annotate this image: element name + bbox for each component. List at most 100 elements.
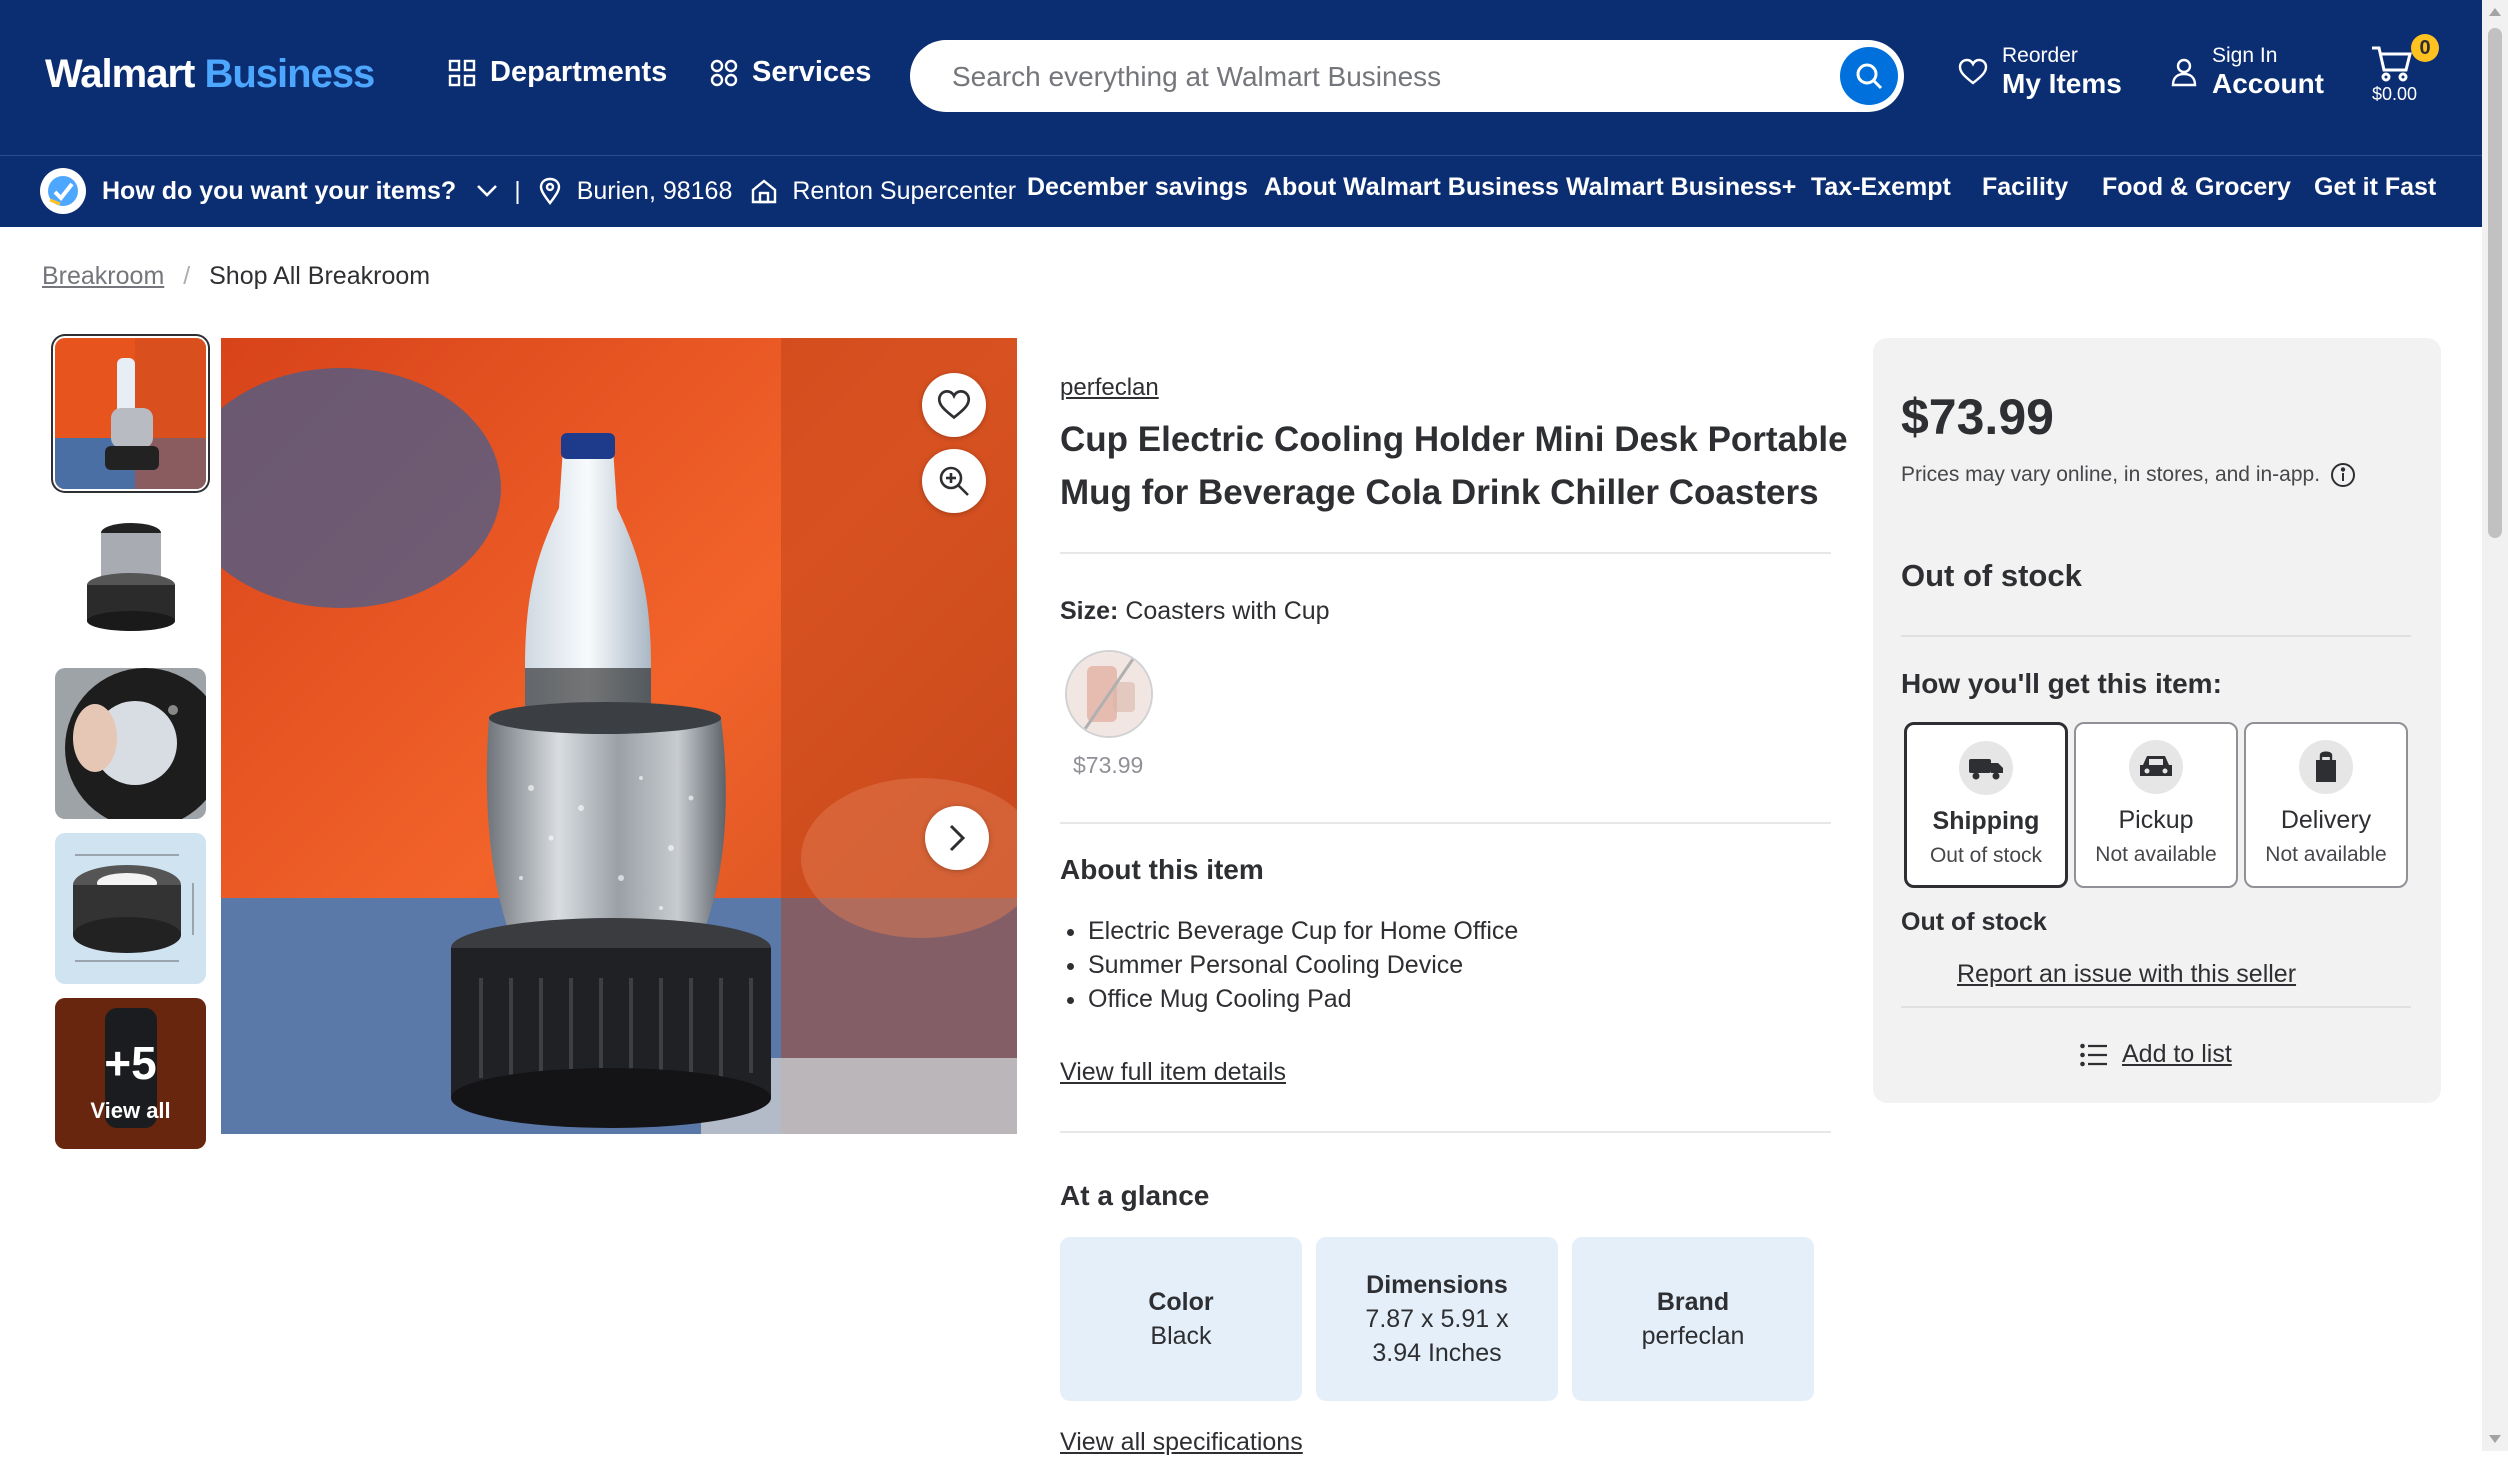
breadcrumb-current: Shop All Breakroom: [209, 262, 431, 290]
store-text: Renton Supercenter: [792, 176, 1017, 205]
fulfillment-icon: [40, 168, 86, 214]
stock-status-secondary: Out of stock: [1901, 908, 2047, 936]
store-icon: [752, 179, 777, 204]
nav-link-get-it-fast[interactable]: Get it Fast: [2314, 173, 2436, 202]
scroll-down-arrow[interactable]: [2489, 1435, 2501, 1443]
nav-link-about-walmart-business[interactable]: About Walmart Business: [1264, 173, 1559, 202]
divider: [1901, 1006, 2411, 1008]
divider: [1901, 635, 2411, 637]
services-button[interactable]: Services: [710, 56, 871, 89]
site-header: Walmart Business Departments Services Re…: [0, 0, 2482, 155]
add-to-list-label: Add to list: [2122, 1040, 2232, 1068]
heart-icon: [937, 390, 971, 420]
glance-brand-value: perfeclan: [1641, 1322, 1745, 1350]
next-image-button[interactable]: [925, 806, 989, 870]
favorite-button[interactable]: [922, 373, 986, 437]
glance-dimensions-value: 7.87 x 5.91 x 3.94 Inches: [1365, 1305, 1509, 1367]
fulfillment-option-shipping[interactable]: Shipping Out of stock: [1904, 722, 2068, 888]
user-icon: [2171, 58, 2197, 87]
zoom-button[interactable]: [922, 449, 986, 513]
page-scrollbar[interactable]: [2482, 0, 2508, 1451]
price-note: Prices may vary online, in stores, and i…: [1901, 462, 2356, 488]
walmart-business-logo[interactable]: Walmart Business: [45, 52, 375, 97]
search-icon: [1856, 63, 1883, 90]
option-name: Pickup: [2118, 806, 2194, 834]
nav-link-facility[interactable]: Facility: [1982, 173, 2068, 202]
departments-button[interactable]: Departments: [448, 56, 667, 89]
thumbnail-1[interactable]: [55, 338, 206, 489]
thumbnail-3[interactable]: [55, 668, 206, 819]
view-all-images-button[interactable]: +5 View all: [55, 998, 206, 1149]
location-text: Burien, 98168: [576, 176, 733, 205]
reorder-small-label: Reorder: [2002, 44, 2078, 67]
more-images-count: +5: [104, 1037, 157, 1089]
about-bullet: Summer Personal Cooling Device: [1088, 948, 1518, 982]
view-full-item-details-link[interactable]: View full item details: [1060, 1058, 1286, 1087]
fulfillment-heading: How you'll get this item:: [1901, 668, 2222, 699]
cart-icon: [2372, 46, 2412, 82]
cart-count-badge: 0: [2411, 34, 2439, 62]
stock-status: Out of stock: [1901, 558, 2082, 593]
option-name: Shipping: [1932, 807, 2040, 835]
nav-link-tax-exempt[interactable]: Tax-Exempt: [1811, 173, 1951, 202]
delivery-bag-icon: [2299, 740, 2353, 794]
nav-link-food-grocery[interactable]: Food & Grocery: [2102, 173, 2291, 202]
nav-link-december-savings[interactable]: December savings: [1027, 173, 1248, 202]
subnav-divider: |: [514, 176, 521, 205]
view-all-specifications-link[interactable]: View all specifications: [1060, 1428, 1303, 1457]
glance-dimensions-label: Dimensions: [1366, 1271, 1508, 1299]
scrollbar-thumb[interactable]: [2488, 28, 2502, 538]
info-icon[interactable]: [2330, 462, 2356, 488]
thumbnail-4[interactable]: [55, 833, 206, 984]
breadcrumb: Breakroom / Shop All Breakroom: [42, 262, 430, 291]
logo-main-text: Walmart: [45, 52, 195, 96]
report-seller-issue-link[interactable]: Report an issue with this seller: [1957, 960, 2296, 989]
fulfillment-option-pickup[interactable]: Pickup Not available: [2074, 722, 2238, 888]
product-price: $73.99: [1901, 389, 2054, 445]
fulfillment-selector[interactable]: How do you want your items? | Burien, 98…: [40, 168, 1016, 214]
logo-accent-text: Business: [204, 52, 375, 96]
about-bullet: Office Mug Cooling Pad: [1088, 982, 1518, 1016]
search-button[interactable]: [1840, 47, 1898, 105]
fulfillment-prompt: How do you want your items?: [102, 176, 457, 205]
option-name: Delivery: [2280, 806, 2372, 834]
search-bar: [910, 40, 1904, 114]
product-title: Cup Electric Cooling Holder Mini Desk Po…: [1060, 420, 1848, 512]
price-note-text: Prices may vary online, in stores, and i…: [1901, 463, 2321, 486]
glance-card-dimensions: Dimensions 7.87 x 5.91 x 3.94 Inches: [1316, 1237, 1558, 1401]
glance-brand-label: Brand: [1656, 1288, 1730, 1316]
breadcrumb-breakroom[interactable]: Breakroom: [42, 262, 164, 290]
cart-total: $0.00: [2372, 84, 2418, 104]
cart-button[interactable]: 0 $0.00: [2370, 34, 2440, 110]
glance-card-brand: Brand perfeclan: [1572, 1237, 1814, 1401]
main-product-image[interactable]: [221, 338, 1017, 1134]
secondary-nav: How do you want your items? | Burien, 98…: [0, 155, 2482, 227]
reorder-my-items-link[interactable]: Reorder My Items: [1958, 44, 2122, 100]
search-input[interactable]: [950, 40, 1784, 114]
nav-link-walmart-business-plus[interactable]: Walmart Business+: [1566, 173, 1796, 202]
location-pin-icon: [539, 177, 560, 205]
services-icon: [710, 59, 738, 86]
glance-color-label: Color: [1148, 1288, 1214, 1316]
fulfillment-option-delivery[interactable]: Delivery Not available: [2244, 722, 2408, 888]
shipping-truck-icon: [1959, 741, 2013, 795]
heart-icon: [1958, 58, 1988, 85]
glance-card-color: Color Black: [1060, 1237, 1302, 1401]
size-swatch-coasters-with-cup[interactable]: [1065, 650, 1153, 738]
add-to-list-button[interactable]: Add to list: [2080, 1040, 2232, 1069]
list-icon: [2080, 1043, 2107, 1066]
divider: [1060, 1131, 1831, 1133]
option-status: Not available: [2095, 843, 2217, 866]
about-this-item-heading: About this item: [1060, 854, 1264, 885]
seller-link[interactable]: perfeclan: [1060, 374, 1159, 402]
pickup-car-icon: [2129, 740, 2183, 794]
sign-in-account-link[interactable]: Sign In Account: [2170, 44, 2324, 100]
thumbnail-2[interactable]: [55, 503, 206, 654]
scroll-up-arrow[interactable]: [2489, 8, 2501, 16]
option-status: Out of stock: [1929, 844, 2043, 867]
size-label: Size: Coasters with Cup: [1060, 597, 1330, 626]
zoom-in-icon: [939, 466, 969, 496]
size-label-key: Size:: [1060, 597, 1119, 625]
chevron-right-icon: [949, 824, 966, 852]
reorder-big-label: My Items: [2002, 68, 2122, 100]
